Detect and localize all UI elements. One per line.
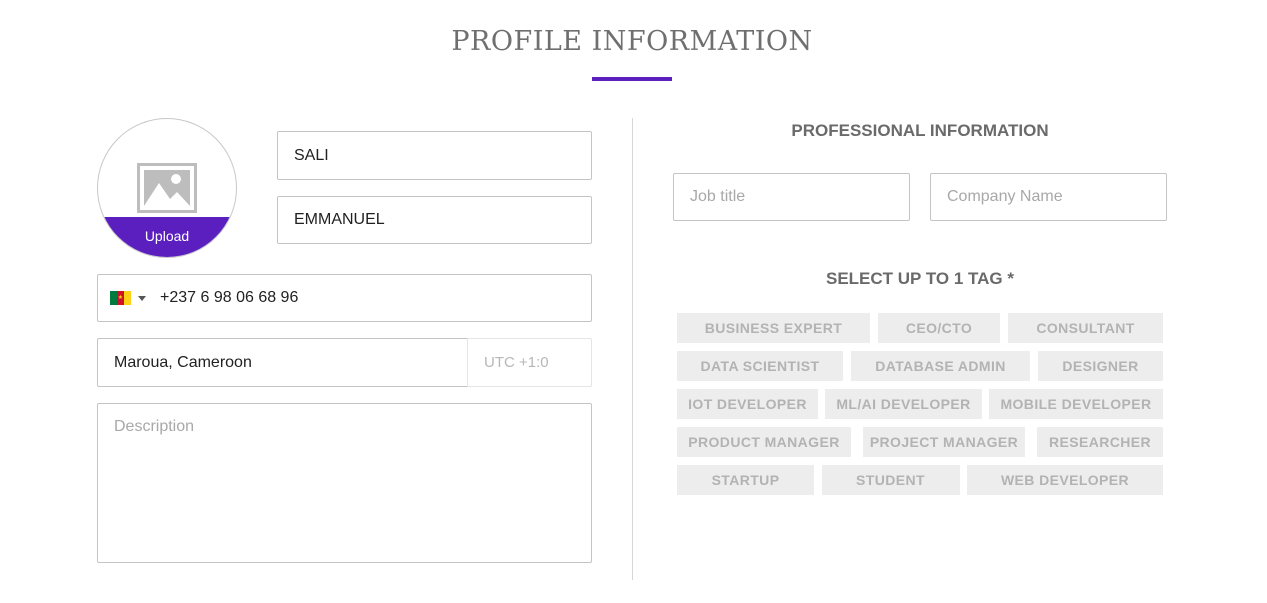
title-underline <box>592 77 672 81</box>
chevron-down-icon[interactable] <box>138 295 146 301</box>
tag-row: IOT DEVELOPER ML/AI DEVELOPER MOBILE DEV… <box>677 389 1163 419</box>
professional-information-heading: PROFESSIONAL INFORMATION <box>791 121 1049 140</box>
tag-business-expert[interactable]: BUSINESS EXPERT <box>677 313 870 343</box>
tag-row: BUSINESS EXPERT CEO/CTO CONSULTANT <box>677 313 1163 343</box>
location-group: Maroua, Cameroon UTC +1:0 <box>97 338 592 387</box>
tag-mobile-developer[interactable]: MOBILE DEVELOPER <box>989 389 1163 419</box>
tag-designer[interactable]: DESIGNER <box>1038 351 1163 381</box>
tag-row: STARTUP STUDENT WEB DEVELOPER <box>677 465 1163 495</box>
tag-web-developer[interactable]: WEB DEVELOPER <box>967 465 1163 495</box>
tag-product-manager[interactable]: PRODUCT MANAGER <box>677 427 851 457</box>
tag-project-manager[interactable]: PROJECT MANAGER <box>863 427 1025 457</box>
cameroon-flag-icon[interactable]: ★ <box>110 291 131 305</box>
tag-selection-heading: SELECT UP TO 1 TAG * <box>826 269 1014 288</box>
description-textarea[interactable]: Description <box>97 403 592 563</box>
tag-database-admin[interactable]: DATABASE ADMIN <box>851 351 1030 381</box>
upload-button[interactable]: Upload <box>98 217 236 257</box>
page-title: PROFILE INFORMATION <box>451 26 813 57</box>
tag-researcher[interactable]: RESEARCHER <box>1037 427 1163 457</box>
timezone-field: UTC +1:0 <box>467 338 592 387</box>
phone-number-input[interactable]: +237 6 98 06 68 96 <box>160 289 298 307</box>
company-name-input[interactable]: Company Name <box>930 173 1167 221</box>
phone-field[interactable]: ★ +237 6 98 06 68 96 <box>97 274 592 322</box>
location-field[interactable]: Maroua, Cameroon <box>97 338 468 387</box>
first-name-field[interactable]: SALI <box>277 131 592 180</box>
tag-ml-ai-developer[interactable]: ML/AI DEVELOPER <box>825 389 982 419</box>
image-placeholder-icon <box>137 163 197 213</box>
tag-consultant[interactable]: CONSULTANT <box>1008 313 1163 343</box>
tag-startup[interactable]: STARTUP <box>677 465 814 495</box>
tag-iot-developer[interactable]: IOT DEVELOPER <box>677 389 818 419</box>
tag-data-scientist[interactable]: DATA SCIENTIST <box>677 351 843 381</box>
tag-student[interactable]: STUDENT <box>821 465 960 495</box>
tag-ceo-cto[interactable]: CEO/CTO <box>878 313 1000 343</box>
job-title-input[interactable]: Job title <box>673 173 910 221</box>
tag-row: PRODUCT MANAGER PROJECT MANAGER RESEARCH… <box>677 427 1163 457</box>
profile-information-page: PROFILE INFORMATION Upload SALI EMMANUEL… <box>0 0 1267 603</box>
tag-row: DATA SCIENTIST DATABASE ADMIN DESIGNER <box>677 351 1163 381</box>
tag-list: BUSINESS EXPERT CEO/CTO CONSULTANT DATA … <box>677 313 1163 503</box>
vertical-divider <box>632 118 633 580</box>
avatar: Upload <box>97 118 237 258</box>
last-name-field[interactable]: EMMANUEL <box>277 196 592 244</box>
